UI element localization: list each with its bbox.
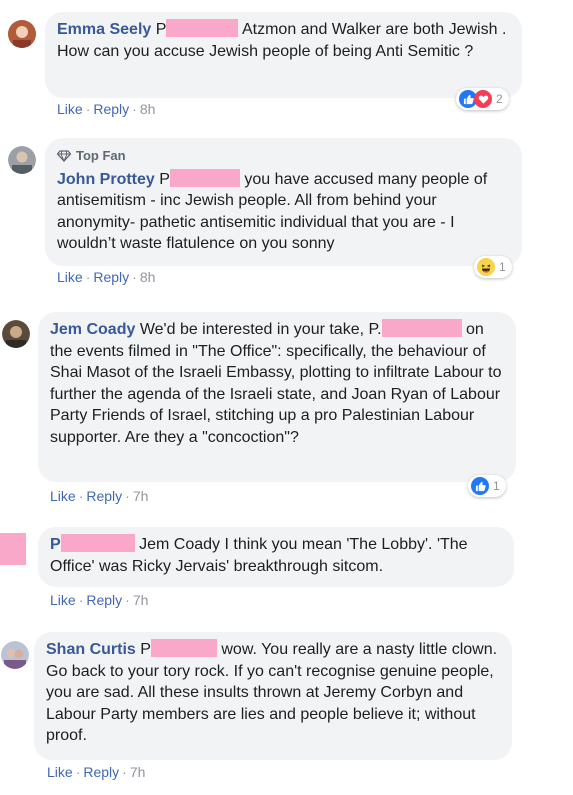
comment-bubble: Top Fan John Prottey P you have accused …: [45, 138, 522, 266]
avatar[interactable]: [2, 320, 30, 348]
like-link[interactable]: Like: [50, 592, 76, 608]
haha-icon: [477, 258, 495, 276]
commenter-name[interactable]: P: [50, 536, 61, 553]
comment-actions: Like · Reply · 7h: [50, 592, 149, 608]
comment-bubble: Emma Seely P Atzmon and Walker are both …: [45, 12, 522, 98]
avatar[interactable]: [8, 146, 36, 174]
diamond-icon: [57, 150, 71, 162]
commenter-name[interactable]: Jem Coady: [50, 321, 135, 338]
reply-link[interactable]: Reply: [86, 488, 122, 504]
comment-bubble: Jem Coady We'd be interested in your tak…: [38, 312, 516, 482]
avatar[interactable]: [0, 533, 26, 565]
comment-bubble: P Jem Coady I think you mean 'The Lobby'…: [38, 527, 514, 587]
comment-bubble: Shan Curtis P wow. You really are a nast…: [34, 632, 512, 760]
redaction: [166, 19, 239, 37]
timestamp[interactable]: 7h: [133, 488, 149, 504]
comment-text: on the events filmed in "The Office": sp…: [50, 321, 502, 446]
avatar[interactable]: [1, 641, 29, 669]
top-fan-badge: Top Fan: [57, 145, 510, 167]
commenter-redacted-prefix: P: [140, 641, 151, 658]
comment-actions: Like · Reply · 8h: [57, 101, 156, 117]
comment-text-lead: We'd be interested in your take, P.: [139, 321, 382, 338]
redaction: [381, 319, 462, 337]
redaction: [60, 534, 135, 552]
reply-link[interactable]: Reply: [83, 764, 119, 780]
reaction-count: 1: [499, 260, 506, 274]
timestamp[interactable]: 7h: [133, 592, 149, 608]
love-icon: [474, 90, 492, 108]
commenter-redacted-prefix: P: [155, 21, 167, 38]
top-fan-label: Top Fan: [76, 148, 126, 163]
reaction-count: 2: [496, 92, 503, 106]
comment-actions: Like · Reply · 8h: [57, 269, 156, 285]
like-icon: [471, 477, 489, 495]
reply-link[interactable]: Reply: [86, 592, 122, 608]
reaction-summary[interactable]: 2: [456, 88, 509, 110]
avatar[interactable]: [8, 20, 36, 48]
timestamp[interactable]: 7h: [130, 764, 146, 780]
reply-link[interactable]: Reply: [93, 269, 129, 285]
commenter-redacted-prefix: P: [159, 170, 170, 188]
comment-actions: Like · Reply · 7h: [47, 764, 146, 780]
commenter-name[interactable]: Emma Seely: [57, 21, 151, 38]
like-link[interactable]: Like: [57, 269, 83, 285]
comment-actions: Like · Reply · 7h: [50, 488, 149, 504]
like-link[interactable]: Like: [50, 488, 76, 504]
reaction-summary[interactable]: 1: [468, 475, 506, 497]
commenter-name[interactable]: Shan Curtis: [46, 641, 136, 658]
reaction-count: 1: [493, 479, 500, 493]
redaction: [150, 639, 217, 657]
like-link[interactable]: Like: [57, 101, 83, 117]
like-link[interactable]: Like: [47, 764, 73, 780]
reaction-summary[interactable]: 1: [474, 256, 512, 278]
timestamp[interactable]: 8h: [140, 269, 156, 285]
commenter-name[interactable]: John Prottey: [57, 171, 155, 188]
reply-link[interactable]: Reply: [93, 101, 129, 117]
redaction: [169, 168, 240, 187]
timestamp[interactable]: 8h: [140, 101, 156, 117]
